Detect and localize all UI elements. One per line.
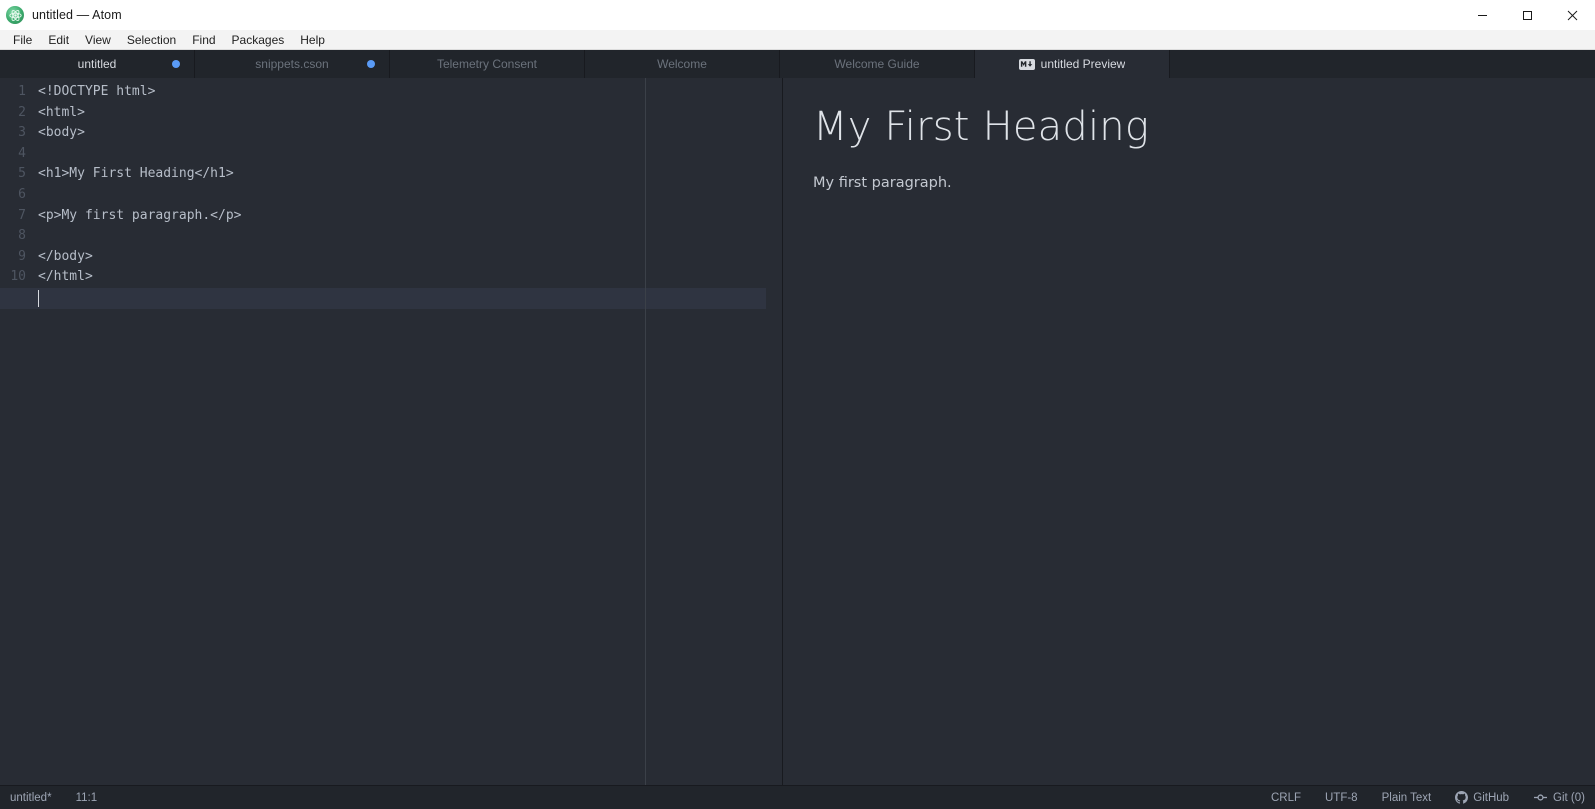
tab-telemetry-consent[interactable]: Telemetry Consent: [390, 50, 585, 78]
code-text-area[interactable]: <!DOCTYPE html> <html> <body> <h1>My Fir…: [32, 82, 782, 785]
line-number: 8: [0, 226, 26, 247]
status-file-name[interactable]: untitled*: [10, 792, 52, 804]
code-line: </body>: [38, 247, 782, 268]
tab-bar-empty-space: [1170, 50, 1595, 78]
code-line: [38, 144, 782, 165]
title-bar-left: untitled — Atom: [0, 6, 122, 24]
code-line: [38, 226, 782, 247]
tab-label: Welcome Guide: [834, 57, 919, 71]
code-line: [38, 185, 782, 206]
status-git-label: Git (0): [1553, 792, 1585, 804]
wrap-guide: [645, 78, 646, 785]
menu-item-selection[interactable]: Selection: [119, 32, 184, 48]
status-git[interactable]: Git (0): [1533, 791, 1585, 804]
code-line: <!DOCTYPE html>: [38, 82, 782, 103]
line-number: 9: [0, 247, 26, 268]
tab-label: snippets.cson: [255, 57, 328, 71]
tab-label: untitled Preview: [1041, 57, 1126, 71]
line-number: 6: [0, 185, 26, 206]
status-bar: untitled* 11:1 CRLF UTF-8 Plain Text Git…: [0, 785, 1595, 809]
atom-window: untitled — Atom File Edit: [0, 0, 1595, 809]
code-line: [38, 288, 782, 309]
close-button[interactable]: [1550, 0, 1595, 30]
tab-untitled-preview[interactable]: untitled Preview: [975, 50, 1170, 78]
status-encoding[interactable]: UTF-8: [1325, 792, 1358, 804]
status-bar-right: CRLF UTF-8 Plain Text GitHub: [1247, 791, 1585, 804]
tab-label: Telemetry Consent: [437, 57, 537, 71]
status-grammar[interactable]: Plain Text: [1382, 792, 1432, 804]
minimize-button[interactable]: [1460, 0, 1505, 30]
code-line: <html>: [38, 103, 782, 124]
line-number: 3: [0, 123, 26, 144]
menu-item-find[interactable]: Find: [184, 32, 223, 48]
pane-container: 1 2 3 4 5 6 7 8 9 10 11 <!DOCTYPE html>: [0, 78, 1595, 785]
status-line-ending[interactable]: CRLF: [1271, 792, 1301, 804]
title-bar: untitled — Atom: [0, 0, 1595, 30]
tab-snippets-cson[interactable]: snippets.cson: [195, 50, 390, 78]
line-number: 4: [0, 144, 26, 165]
modified-indicator-icon[interactable]: [367, 60, 375, 68]
line-number: 10: [0, 267, 26, 288]
status-github-label: GitHub: [1473, 792, 1509, 804]
tab-label: untitled: [78, 57, 117, 71]
line-number-gutter: 1 2 3 4 5 6 7 8 9 10 11: [0, 82, 32, 785]
tab-welcome[interactable]: Welcome: [585, 50, 780, 78]
preview-content: My First Heading My first paragraph.: [783, 78, 1595, 195]
tab-label: Welcome: [657, 57, 707, 71]
markdown-preview-pane[interactable]: My First Heading My first paragraph.: [783, 78, 1595, 785]
text-cursor: [38, 290, 39, 307]
tab-bar: untitled snippets.cson Telemetry Consent…: [0, 50, 1595, 78]
tab-untitled[interactable]: untitled: [0, 50, 195, 78]
atom-logo-icon: [6, 6, 24, 24]
editor-pane[interactable]: 1 2 3 4 5 6 7 8 9 10 11 <!DOCTYPE html>: [0, 78, 783, 785]
menu-item-packages[interactable]: Packages: [224, 32, 293, 48]
line-number: 7: [0, 206, 26, 227]
preview-heading: My First Heading: [813, 104, 1565, 151]
window-controls: [1460, 0, 1595, 30]
code-line: </html>: [38, 267, 782, 288]
code-line: <p>My first paragraph.</p>: [38, 206, 782, 227]
window-title: untitled — Atom: [32, 8, 122, 22]
line-number: 2: [0, 103, 26, 124]
code-line: <h1>My First Heading</h1>: [38, 164, 782, 185]
editor-scroll-area[interactable]: 1 2 3 4 5 6 7 8 9 10 11 <!DOCTYPE html>: [0, 78, 782, 785]
menu-item-help[interactable]: Help: [292, 32, 333, 48]
modified-indicator-icon[interactable]: [172, 60, 180, 68]
tab-welcome-guide[interactable]: Welcome Guide: [780, 50, 975, 78]
status-github[interactable]: GitHub: [1455, 791, 1509, 804]
line-number: 5: [0, 164, 26, 185]
status-cursor-position[interactable]: 11:1: [76, 792, 98, 804]
menu-item-edit[interactable]: Edit: [40, 32, 77, 48]
github-icon: [1455, 791, 1468, 804]
git-commit-icon: [1533, 791, 1548, 804]
markdown-icon: [1019, 59, 1035, 70]
menu-bar: File Edit View Selection Find Packages H…: [0, 30, 1595, 50]
preview-paragraph: My first paragraph.: [813, 173, 1565, 195]
menu-item-view[interactable]: View: [77, 32, 119, 48]
maximize-button[interactable]: [1505, 0, 1550, 30]
status-bar-left: untitled* 11:1: [10, 792, 121, 804]
menu-item-file[interactable]: File: [5, 32, 40, 48]
code-line: <body>: [38, 123, 782, 144]
line-number: 1: [0, 82, 26, 103]
